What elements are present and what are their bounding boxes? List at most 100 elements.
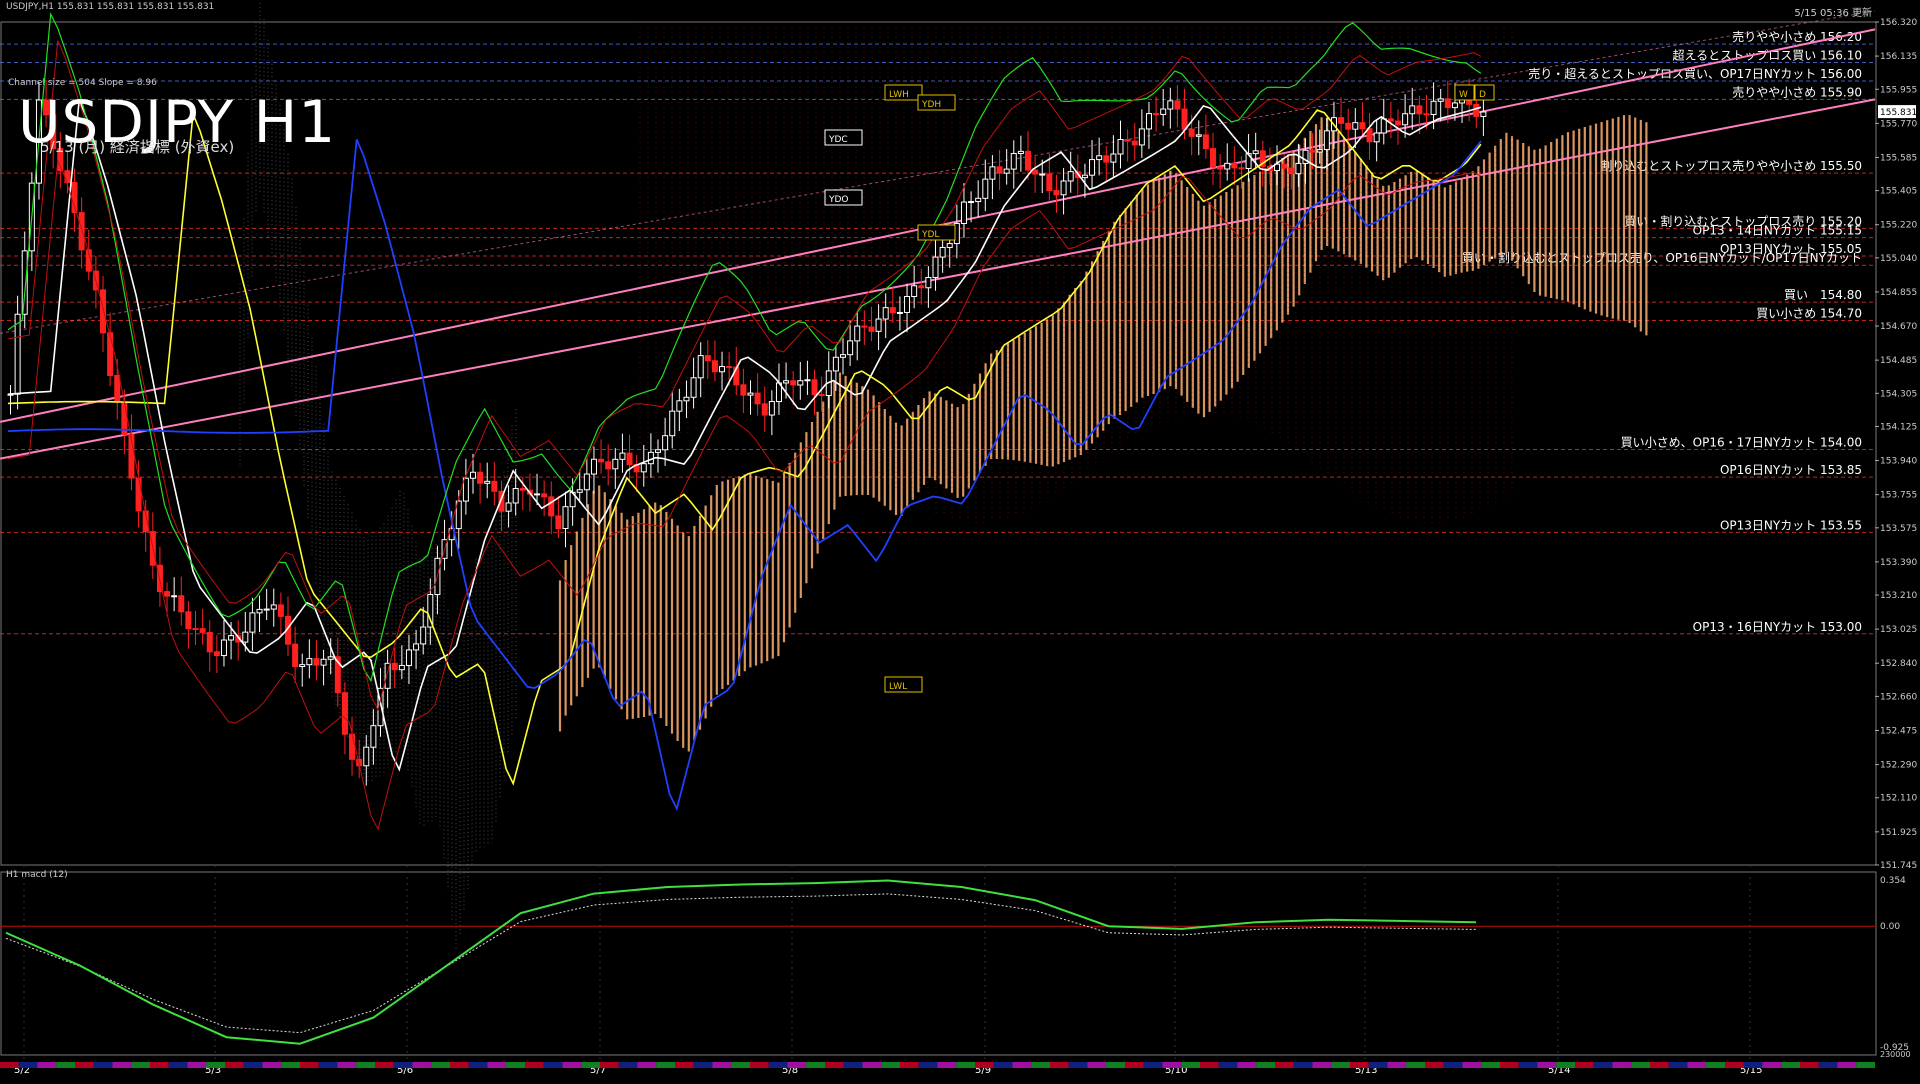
session-bar: [1668, 1062, 1688, 1068]
session-bar: [1612, 1062, 1632, 1068]
candle-body: [683, 396, 690, 402]
session-bar: [1012, 1062, 1032, 1068]
candle-body: [768, 401, 775, 416]
candle-body: [199, 628, 206, 633]
marker-label: YDC: [828, 135, 848, 145]
candle-body: [228, 635, 235, 641]
chart-svg[interactable]: 156.320 156.135 155.955 155.770 155.585 155.4…: [0, 0, 1920, 1080]
candle-body: [519, 488, 526, 491]
candle-body: [135, 477, 142, 512]
candle-body: [249, 612, 256, 633]
candle-body: [1131, 140, 1138, 146]
candle-body: [740, 384, 747, 396]
y-tick-label: 155.955: [1880, 85, 1917, 95]
candle-body: [1345, 122, 1352, 130]
session-bar: [1800, 1062, 1819, 1068]
session-bar: [375, 1062, 394, 1068]
session-bar: [431, 1062, 450, 1068]
session-bar: [1387, 1062, 1407, 1068]
candle-body: [1046, 173, 1053, 192]
chart-subtitle: 5/13 (月) 経済指標 (外資ex): [40, 138, 235, 156]
session-bar: [1181, 1062, 1200, 1068]
session-bar: [337, 1062, 357, 1068]
session-bar: [1856, 1062, 1875, 1068]
candle-body: [996, 166, 1003, 174]
session-bar: [93, 1062, 113, 1068]
session-bar: [1031, 1062, 1050, 1068]
session-bar: [1556, 1062, 1575, 1068]
candle-body: [1444, 98, 1451, 109]
candle-body: [206, 631, 213, 653]
session-bar: [1162, 1062, 1182, 1068]
candle-body: [100, 289, 106, 334]
y-tick-label: 151.925: [1880, 828, 1917, 838]
candle-body: [1174, 100, 1181, 110]
level-label: 売り・超えるとストップロス買い、OP17日NYカット 156.00: [1528, 66, 1862, 81]
session-bar: [1500, 1062, 1519, 1068]
session-bar: [975, 1062, 994, 1068]
session-bar: [1368, 1062, 1388, 1068]
y-tick-label: 154.305: [1880, 389, 1917, 399]
session-bar: [506, 1062, 525, 1068]
y-tick-label: 154.125: [1880, 422, 1917, 432]
candle-body: [1010, 153, 1017, 170]
candle-body: [313, 658, 320, 666]
candle-body: [662, 435, 669, 451]
candle-body: [78, 212, 85, 251]
session-bar: [693, 1062, 713, 1068]
candle-body: [612, 458, 619, 470]
session-bar: [1068, 1062, 1088, 1068]
candle-body: [213, 651, 220, 657]
session-bar: [600, 1062, 619, 1068]
session-bar: [1425, 1062, 1444, 1068]
y-tick-label: 155.770: [1880, 119, 1917, 129]
y-tick-label: 155.040: [1880, 254, 1917, 264]
candle-body: [398, 664, 405, 671]
candle-body: [854, 325, 861, 342]
candle-body: [797, 380, 804, 386]
session-bar: [450, 1062, 469, 1068]
candle-body: [1110, 153, 1117, 163]
candle-body: [904, 295, 911, 313]
session-bar: [1312, 1062, 1332, 1068]
session-bar: [543, 1062, 563, 1068]
candle-body: [1138, 128, 1145, 146]
candle-body: [896, 311, 903, 314]
candle-body: [1409, 105, 1416, 115]
candle-body: [555, 515, 562, 530]
candle-body: [847, 340, 854, 356]
candle-body: [747, 392, 754, 396]
session-bar: [1087, 1062, 1107, 1068]
y-tick-label: 155.220: [1880, 221, 1917, 231]
candle-body: [598, 458, 605, 463]
candle-body: [512, 488, 519, 504]
candle-body: [327, 656, 334, 660]
session-bar: [112, 1062, 132, 1068]
session-bar: [1762, 1062, 1782, 1068]
candle-body: [270, 604, 277, 610]
marker-label: W: [1459, 90, 1468, 100]
candle-body: [1181, 108, 1188, 130]
candle-body: [1480, 111, 1487, 117]
candle-body: [1295, 162, 1302, 175]
candle-body: [484, 480, 491, 484]
candle-body: [640, 463, 647, 473]
candle-body: [1117, 139, 1124, 155]
candle-body: [932, 256, 939, 278]
session-bar: [1125, 1062, 1144, 1068]
candle-body: [306, 658, 313, 666]
macd-tick-label: 0.354: [1880, 876, 1906, 886]
session-bar: [562, 1062, 582, 1068]
candle-body: [804, 379, 811, 382]
session-bar: [1050, 1062, 1069, 1068]
candle-body: [676, 400, 683, 412]
candle-body: [1003, 168, 1010, 174]
candle-body: [185, 611, 192, 630]
level-label: OP13・16日NYカット 153.00: [1693, 620, 1862, 634]
candle-body: [413, 643, 420, 651]
y-tick-label: 152.840: [1880, 659, 1917, 669]
candle-body: [1352, 122, 1359, 130]
candle-body: [1238, 167, 1245, 170]
session-bar: [1481, 1062, 1500, 1068]
candle-body: [299, 664, 306, 668]
